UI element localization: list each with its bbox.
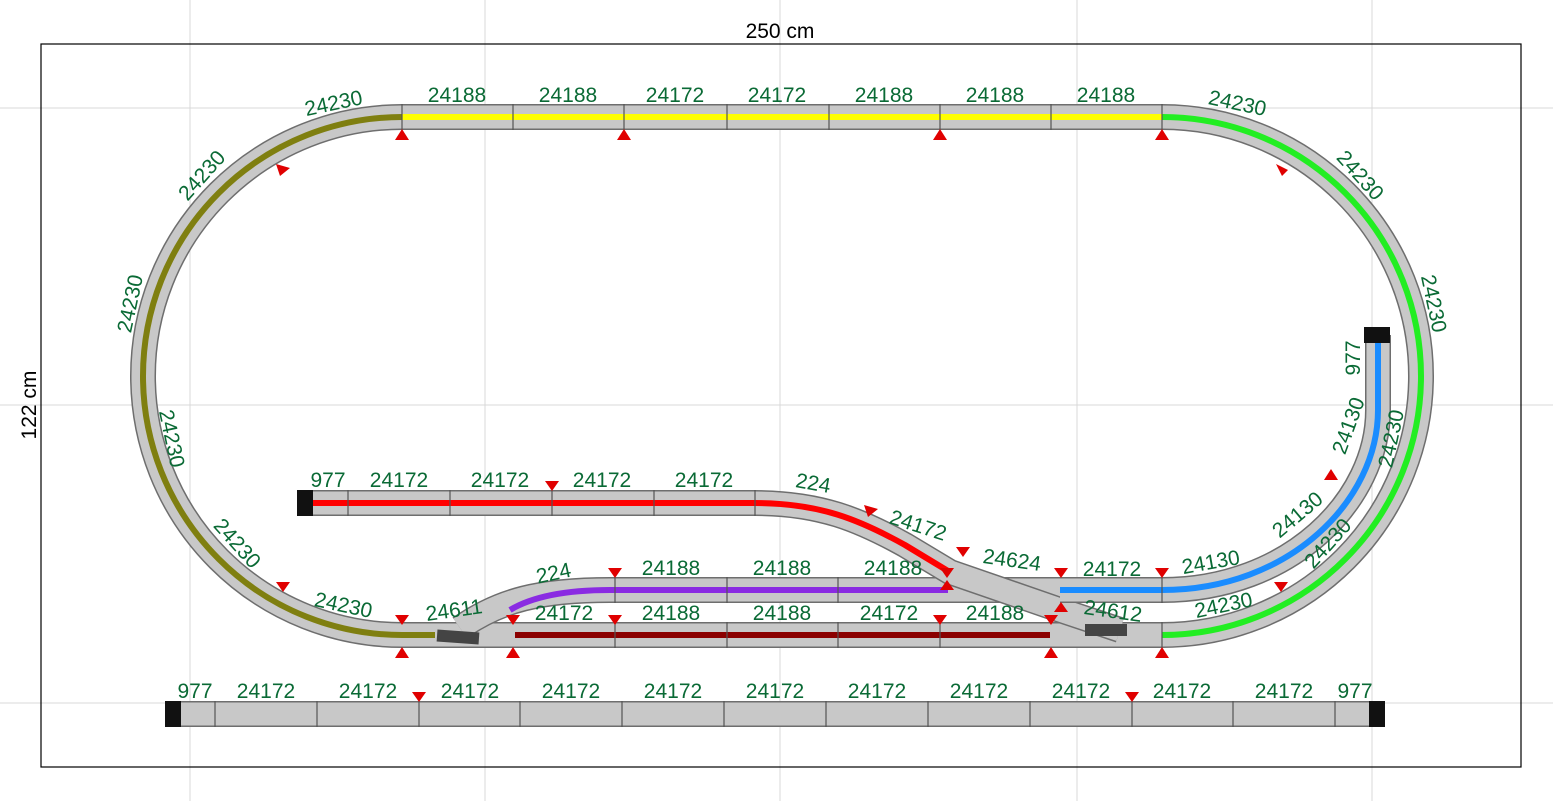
labels-lower-loop: 24172 24188 24188 24172 24188	[535, 602, 1024, 625]
buffer-stops	[165, 327, 1390, 727]
track-label: 24172	[471, 469, 529, 492]
track-label: 977	[177, 680, 212, 703]
track-label: 24172	[1083, 558, 1141, 581]
track-label: 24172	[644, 680, 702, 703]
buffer-stop	[165, 701, 181, 727]
track-label: 24188	[428, 84, 486, 107]
buffer-stop	[297, 490, 313, 516]
switch-motor	[1085, 624, 1127, 636]
insulator-marker	[608, 568, 622, 578]
track-label: 24188	[864, 557, 922, 580]
insulator-marker	[395, 647, 409, 658]
track-label: 24172	[748, 84, 806, 107]
track-label: 24188	[1077, 84, 1135, 107]
track-label: 24188	[642, 557, 700, 580]
track-label: 24172	[370, 469, 428, 492]
track-label: 24172	[646, 84, 704, 107]
insulator-marker	[412, 692, 426, 702]
insulator-marker	[617, 129, 631, 140]
track-label: 24188	[642, 602, 700, 625]
insulator-marker	[276, 164, 290, 176]
track-label: 24188	[539, 84, 597, 107]
track-label: 24188	[855, 84, 913, 107]
insulator-marker	[545, 481, 559, 491]
track-label: 24172	[860, 602, 918, 625]
track-label: 24188	[966, 84, 1024, 107]
track-label: 24172	[1052, 680, 1110, 703]
track-label: 977	[1342, 340, 1365, 375]
track-label: 24172	[1153, 680, 1211, 703]
track-plan-diagram: 250 cm 122 cm 24188 24188 24172 24172 24…	[0, 0, 1553, 801]
insulator-marker	[1155, 647, 1169, 658]
track-label: 24172	[542, 680, 600, 703]
labels-bottom-siding: 977 24172 24172 24172 24172 24172 24172 …	[177, 680, 1372, 703]
track-label: 24172	[237, 680, 295, 703]
board-width-label: 250 cm	[746, 20, 815, 43]
insulator-marker	[1324, 469, 1338, 480]
track-label: 24172	[535, 602, 593, 625]
insulator-marker	[1155, 568, 1169, 578]
insulator-marker	[1155, 129, 1169, 140]
track-label: 24188	[966, 602, 1024, 625]
buffer-stop	[1369, 701, 1385, 727]
track-label: 977	[310, 469, 345, 492]
insulator-marker	[1044, 647, 1058, 658]
track-label: 24172	[848, 680, 906, 703]
track-label: 24188	[753, 602, 811, 625]
labels-top-straight: 24188 24188 24172 24172 24188 24188 2418…	[428, 84, 1135, 107]
track-label: 24172	[441, 680, 499, 703]
track-label: 24172	[746, 680, 804, 703]
crossover-label: 24624	[981, 545, 1042, 576]
insulator-marker	[1054, 568, 1068, 578]
insulator-marker	[506, 647, 520, 658]
board-height-label: 122 cm	[18, 371, 41, 440]
track-label: 977	[1337, 680, 1372, 703]
insulator-marker	[1276, 164, 1288, 176]
track-label: 24172	[339, 680, 397, 703]
track-label: 24172	[573, 469, 631, 492]
insulator-marker	[956, 547, 970, 557]
track-label: 24172	[675, 469, 733, 492]
insulator-marker	[1125, 692, 1139, 702]
track-label: 24172	[1255, 680, 1313, 703]
track-label: 24172	[950, 680, 1008, 703]
buffer-stop	[1364, 327, 1390, 343]
insulator-marker	[933, 129, 947, 140]
track-label: 24188	[753, 557, 811, 580]
insulator-marker	[395, 129, 409, 140]
